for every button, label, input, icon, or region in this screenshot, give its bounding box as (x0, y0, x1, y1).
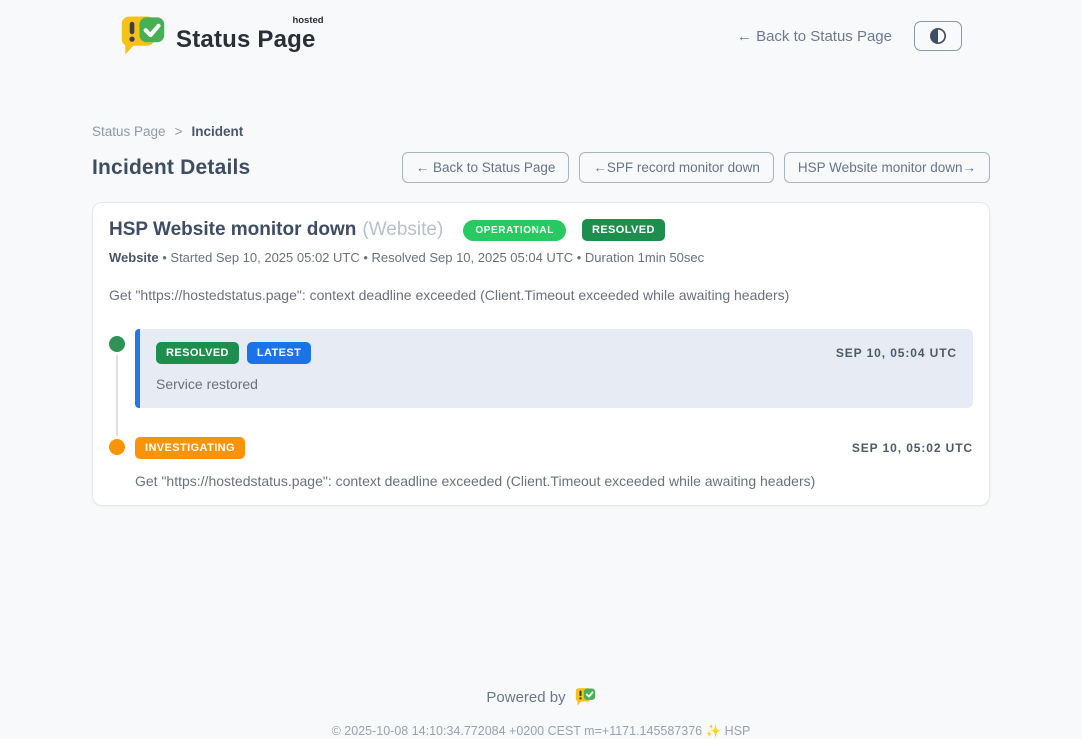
incident-description: Get "https://hostedstatus.page": context… (109, 287, 973, 303)
theme-toggle-button[interactable] (914, 21, 962, 51)
incident-meta-details: • Started Sep 10, 2025 05:02 UTC • Resol… (162, 250, 704, 265)
incident-title: HSP Website monitor down (109, 219, 356, 241)
contrast-icon (928, 26, 948, 46)
header: Status Page hosted ← Back to Status Page (92, 0, 990, 58)
breadcrumb-item-incident: Incident (191, 124, 243, 139)
footer: Powered by © 2025-10-08 14:10:34.772084 … (92, 687, 990, 739)
status-badge-resolved: RESOLVED (582, 219, 665, 241)
powered-by-logo-icon (575, 687, 596, 707)
incident-timeline: RESOLVED LATEST SEP 10, 05:04 UTC Servic… (109, 329, 973, 489)
logo-hosted-badge: hosted (292, 15, 323, 26)
timeline-dot-investigating (109, 439, 125, 455)
incident-nav-buttons: ← Back to Status Page ←SPF record monito… (402, 152, 990, 183)
status-page-logo[interactable]: Status Page hosted (120, 14, 316, 58)
timeline-message: Get "https://hostedstatus.page": context… (135, 473, 973, 489)
timeline-message: Service restored (156, 376, 957, 392)
timeline-entry-investigating: INVESTIGATING SEP 10, 05:02 UTC Get "htt… (135, 437, 973, 489)
back-to-status-page-button[interactable]: ← Back to Status Page (402, 152, 570, 183)
breadcrumb: Status Page > Incident (92, 124, 990, 139)
page-head-row: Incident Details ← Back to Status Page ←… (92, 152, 990, 183)
status-page-logo-icon (120, 14, 166, 58)
page-title: Incident Details (92, 156, 250, 180)
incident-card: HSP Website monitor down (Website) OPERA… (92, 202, 990, 506)
page-container: Status Page hosted ← Back to Status Page… (92, 0, 990, 739)
footer-brand: HSP (725, 724, 751, 738)
timeline-badge-resolved: RESOLVED (156, 342, 239, 364)
sparkles-icon: ✨ (706, 724, 722, 738)
timeline-resolved-card: RESOLVED LATEST SEP 10, 05:04 UTC Servic… (135, 329, 973, 408)
next-incident-button[interactable]: HSP Website monitor down→ (784, 152, 990, 183)
timeline-connector-line (116, 343, 118, 453)
timeline-timestamp: SEP 10, 05:04 UTC (836, 346, 957, 360)
powered-by-link[interactable]: Powered by (486, 687, 595, 707)
powered-by-label: Powered by (486, 689, 565, 706)
timeline-timestamp: SEP 10, 05:02 UTC (852, 441, 973, 455)
breadcrumb-item-status-page[interactable]: Status Page (92, 124, 166, 139)
incident-subtitle: (Website) (362, 219, 443, 241)
back-to-status-page-link[interactable]: ← Back to Status Page (737, 28, 892, 45)
timeline-dot-resolved (109, 336, 125, 352)
incident-meta: Website • Started Sep 10, 2025 05:02 UTC… (109, 250, 973, 265)
timeline-entry-resolved: RESOLVED LATEST SEP 10, 05:04 UTC Servic… (135, 329, 973, 408)
incident-service-name: Website (109, 250, 159, 265)
status-badge-operational: OPERATIONAL (463, 220, 566, 241)
breadcrumb-separator: > (175, 124, 183, 139)
prev-incident-button[interactable]: ←SPF record monitor down (579, 152, 774, 183)
timeline-badge-latest: LATEST (247, 342, 311, 364)
timeline-badge-investigating: INVESTIGATING (135, 437, 245, 459)
logo-title: Status Page (176, 26, 316, 53)
